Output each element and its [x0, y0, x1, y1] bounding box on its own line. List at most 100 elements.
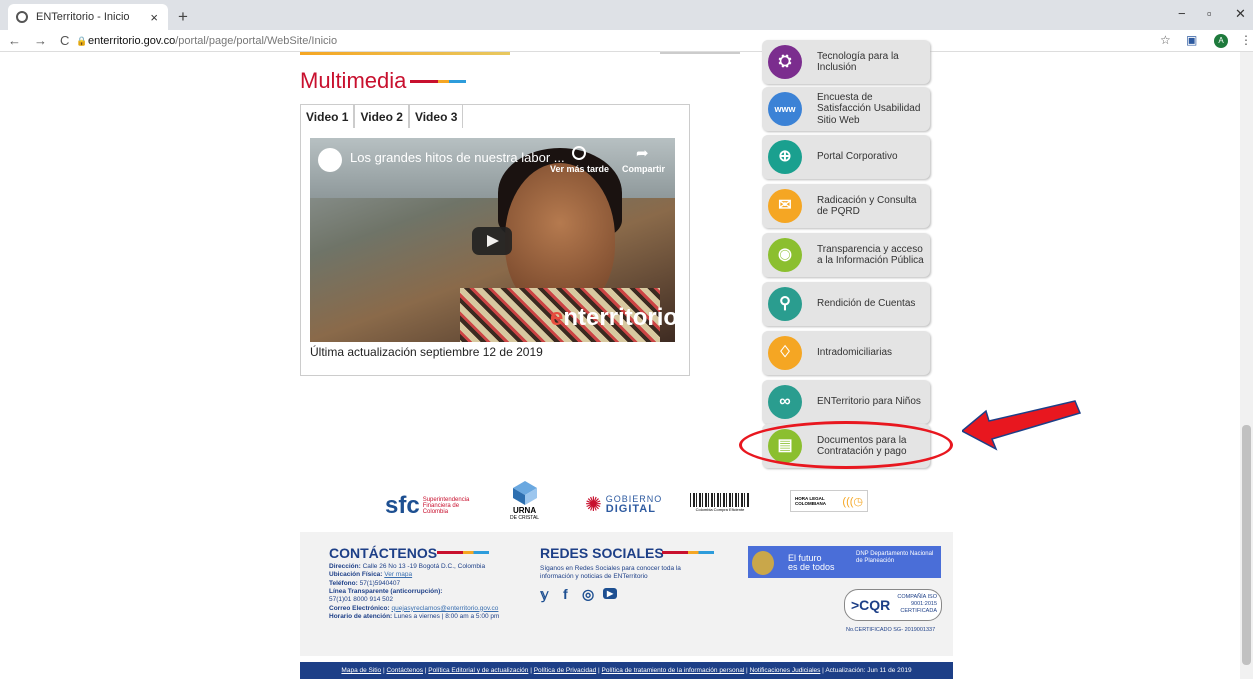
video-brand: enterritorio	[550, 304, 675, 332]
lock-icon: 🔒	[76, 36, 88, 46]
hora-legal-logo[interactable]: HORA LEGAL COLOMBIANA (((◷	[790, 490, 868, 512]
watch-later-button[interactable]: Ver más tarde	[550, 164, 609, 174]
browser-toolbar: ← → C 🔒 enterritorio.gov.co/portal/page/…	[0, 30, 1253, 52]
colombia-compra-logo[interactable]: Colombia Compra Eficiente	[690, 493, 750, 512]
back-icon[interactable]: ←	[8, 33, 21, 48]
sidebar-icon: ◉	[768, 238, 802, 272]
sidebar-item-tecnologia[interactable]: ⛭ Tecnología para la Inclusión	[762, 40, 930, 84]
sidebar-item-portal[interactable]: ⊕ Portal Corporativo	[762, 135, 930, 179]
extension-icon[interactable]: ▣	[1186, 33, 1197, 47]
sidebar-item-pqrd[interactable]: ✉ Radicación y Consulta de PQRD	[762, 184, 930, 228]
last-updated-text: Última actualización septiembre 12 de 20…	[310, 345, 543, 359]
link-tratamiento-datos[interactable]: Política de tratamiento de la informació…	[602, 667, 745, 674]
tab-title: ENTerritorio - Inicio	[36, 11, 130, 23]
bottom-update: Actualización: Jun 11 de 2019	[825, 667, 912, 674]
correo-link[interactable]: quejasyreclamos@enterritorio.gov.co	[392, 605, 499, 612]
colombia-seal-icon	[752, 551, 774, 575]
top-divider	[300, 52, 510, 55]
browser-tab[interactable]: ENTerritorio - Inicio ×	[8, 4, 168, 30]
telefono-label: Teléfono:	[329, 579, 358, 587]
tab-video-3[interactable]: Video 3	[408, 104, 464, 128]
minimize-icon[interactable]: −	[1178, 6, 1186, 21]
contact-title: CONTÁCTENOS	[329, 545, 438, 561]
barcode-icon	[690, 493, 750, 507]
share-button[interactable]: Compartir	[622, 164, 665, 174]
sidebar-item-transparencia[interactable]: ◉ Transparencia y acceso a la Informació…	[762, 233, 930, 277]
link-contactenos[interactable]: Contáctenos	[386, 667, 423, 674]
sidebar-item-label: Portal Corporativo	[817, 151, 898, 163]
link-mapa-sitio[interactable]: Mapa de Sitio	[341, 667, 381, 674]
close-window-icon[interactable]: ✕	[1235, 6, 1246, 22]
gobierno-digital-logo[interactable]: ✺ GOBIERNO DIGITAL	[585, 492, 662, 517]
urna-icon	[512, 481, 537, 505]
sidebar-item-encuesta[interactable]: www Encuesta de Satisfacción Usabilidad …	[762, 87, 930, 131]
urna-text: URNA	[512, 506, 537, 515]
direccion-label: Dirección:	[329, 563, 361, 570]
url-path: /portal/page/portal/WebSite/Inicio	[175, 35, 338, 47]
video-brand-text: nterritorio	[563, 304, 675, 331]
digital-text: DIGITAL	[605, 502, 656, 515]
video-title[interactable]: Los grandes hitos de nuestra labor ...	[350, 150, 565, 165]
instagram-icon[interactable]: ◎	[582, 586, 594, 603]
sidebar-icon: ⊕	[768, 140, 802, 174]
close-tab-icon[interactable]: ×	[150, 10, 158, 25]
tab-video-1[interactable]: Video 1	[300, 104, 355, 128]
video-player[interactable]: Los grandes hitos de nuestra labor ... V…	[310, 138, 675, 342]
social-underline	[662, 551, 714, 554]
tab-video-2[interactable]: Video 2	[354, 104, 409, 128]
sfc-subtext: Superintendencia Financiera de Colombia	[422, 497, 470, 515]
linea: 57(1)01 8000 914 502	[329, 596, 393, 604]
sidebar-item-label: Transparencia y acceso a la Información …	[817, 243, 924, 267]
facebook-icon[interactable]: f	[563, 586, 568, 602]
cqr-certification-logo: >CQR COMPAÑÍA ISO 9001:2015 CERTIFICADA	[844, 589, 942, 621]
link-notificaciones[interactable]: Notificaciones Judiciales	[750, 667, 821, 674]
clock-icon[interactable]	[572, 146, 586, 160]
sidebar-item-intradomiciliarias[interactable]: ♢ Intradomiciliarias	[762, 331, 930, 375]
globe-icon	[16, 11, 28, 23]
scrollbar-thumb[interactable]	[1242, 425, 1251, 665]
sidebar-icon: ♢	[768, 336, 802, 370]
dnp-text: DNP Departamento Nacional de Planeación	[856, 551, 934, 564]
cqr-text: >CQR	[851, 597, 891, 613]
profile-avatar[interactable]: A	[1214, 34, 1228, 48]
clock-logo-icon: (((◷	[842, 495, 863, 508]
ver-mapa-link[interactable]: Ver mapa	[384, 571, 412, 578]
sidebar-icon: www	[768, 92, 802, 126]
highlight-ellipse	[739, 421, 953, 469]
twitter-icon[interactable]: 𝕪	[540, 586, 549, 603]
sidebar-item-ninos[interactable]: ∞ ENTerritorio para Niños	[762, 380, 930, 424]
sidebar-icon: ∞	[768, 385, 802, 419]
sidebar-item-label: Encuesta de Satisfacción Usabilidad Siti…	[817, 91, 921, 126]
address-bar[interactable]: enterritorio.gov.co/portal/page/portal/W…	[88, 35, 337, 47]
share-icon[interactable]: ➦	[636, 144, 649, 162]
sidebar-item-label: ENTerritorio para Niños	[817, 396, 921, 408]
maximize-icon[interactable]: ▫	[1207, 6, 1212, 21]
multimedia-title: Multimedia	[300, 68, 407, 93]
sidebar-icon: ⚲	[768, 287, 802, 321]
link-politica-privacidad[interactable]: Política de Privacidad	[534, 667, 597, 674]
channel-logo-icon[interactable]	[318, 148, 342, 172]
gov-text: El futuro es de todos	[788, 554, 835, 572]
sidebar-icon: ⛭	[768, 45, 802, 79]
horario: Lunes a viernes | 8:00 am a 5:00 pm	[394, 612, 500, 620]
gobierno-digital-text: GOBIERNO DIGITAL	[605, 494, 663, 515]
sidebar-item-label: Radicación y Consulta de PQRD	[817, 194, 917, 218]
youtube-icon[interactable]: ▶	[603, 588, 618, 599]
link-politica-editorial[interactable]: Política Editorial y de actualización	[428, 667, 528, 674]
cqr-small-text: COMPAÑÍA ISO 9001:2015 CERTIFICADA	[897, 594, 937, 615]
telefono: 57(1)5940407	[359, 579, 401, 587]
forward-icon[interactable]: →	[34, 33, 47, 48]
gobierno-digital-icon: ✺	[585, 494, 602, 516]
new-tab-button[interactable]: +	[178, 7, 188, 27]
contact-info: Dirección: Calle 26 No 13 -19 Bogotá D.C…	[329, 563, 539, 621]
urna-logo[interactable]: URNA DE CRISTAL	[510, 480, 539, 521]
star-icon[interactable]: ☆	[1160, 33, 1171, 47]
contact-underline	[437, 551, 489, 554]
government-banner[interactable]: El futuro es de todos DNP Departamento Na…	[748, 546, 941, 578]
play-button[interactable]	[472, 227, 512, 255]
menu-icon[interactable]: ⋮	[1240, 33, 1252, 47]
sidebar-item-rendicion[interactable]: ⚲ Rendición de Cuentas	[762, 282, 930, 326]
reload-icon[interactable]: C	[60, 33, 69, 48]
sfc-logo[interactable]: sfc Superintendencia Financiera de Colomb…	[385, 492, 470, 520]
hora-text: HORA LEGAL COLOMBIANA	[795, 496, 826, 506]
